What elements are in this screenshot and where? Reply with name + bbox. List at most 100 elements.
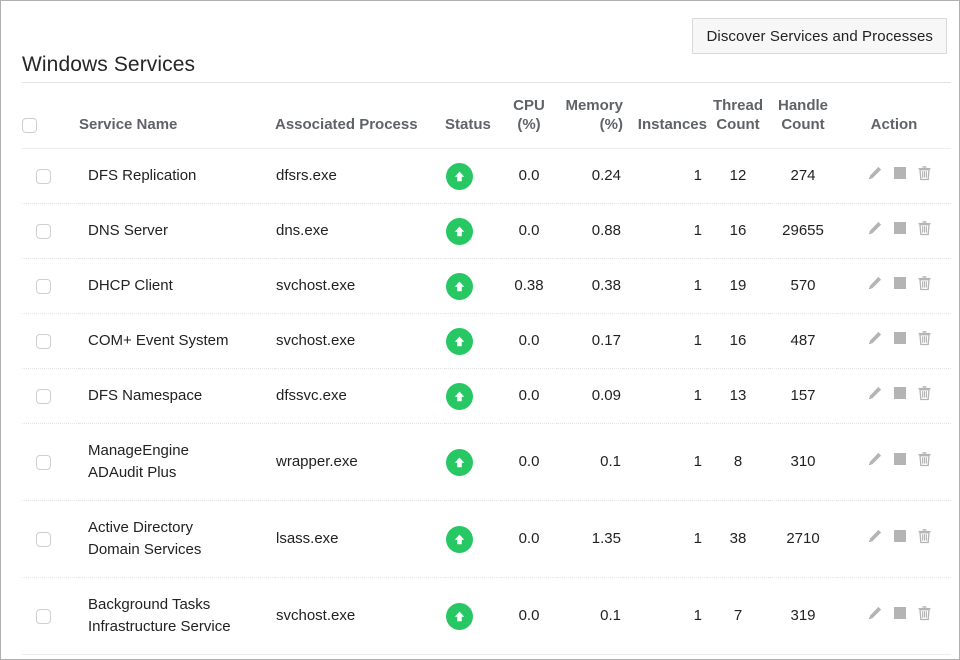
memory-percent-cell[interactable]: 0.09 — [557, 369, 623, 424]
column-header-handle-count[interactable]: Handle Count — [769, 96, 837, 149]
thread-count-cell[interactable]: 7 — [707, 578, 769, 655]
memory-percent-cell[interactable]: 0.24 — [557, 149, 623, 204]
instances-cell[interactable]: 1 — [623, 204, 707, 259]
stop-square-icon[interactable] — [891, 329, 908, 346]
edit-pencil-icon[interactable] — [866, 274, 883, 291]
handle-count-cell[interactable]: 487 — [769, 314, 837, 369]
instances-cell[interactable]: 1 — [623, 578, 707, 655]
action-cell — [837, 369, 951, 424]
handle-count-cell[interactable]: 319 — [769, 578, 837, 655]
thread-count-cell[interactable]: 19 — [707, 259, 769, 314]
edit-pencil-icon[interactable] — [866, 384, 883, 401]
stop-square-icon[interactable] — [891, 604, 908, 621]
action-cell — [837, 501, 951, 578]
row-checkbox[interactable] — [36, 279, 51, 294]
column-header-associated-process[interactable]: Associated Process — [275, 96, 445, 149]
cpu-percent-cell[interactable]: 0.0 — [501, 149, 557, 204]
cpu-percent-cell[interactable]: 0.0 — [501, 501, 557, 578]
row-checkbox[interactable] — [36, 609, 51, 624]
cpu-percent-cell[interactable]: 0.0 — [501, 314, 557, 369]
status-cell — [445, 424, 501, 501]
delete-trash-icon[interactable] — [916, 329, 933, 346]
row-checkbox[interactable] — [36, 532, 51, 547]
cpu-percent-cell[interactable]: 0.0 — [501, 424, 557, 501]
instances-cell[interactable]: 1 — [623, 314, 707, 369]
cpu-percent-cell[interactable]: 0.38 — [501, 259, 557, 314]
edit-pencil-icon[interactable] — [866, 450, 883, 467]
action-cell — [837, 149, 951, 204]
status-running-up-arrow-icon[interactable] — [446, 383, 473, 410]
table-row: DHCP Clientsvchost.exe0.380.38119570 — [22, 259, 951, 314]
memory-percent-cell[interactable]: 0.38 — [557, 259, 623, 314]
status-running-up-arrow-icon[interactable] — [446, 328, 473, 355]
memory-percent-cell[interactable]: 0.1 — [557, 578, 623, 655]
stop-square-icon[interactable] — [891, 450, 908, 467]
column-header-memory-line1: Memory — [557, 96, 623, 115]
cpu-percent-cell[interactable]: 0.0 — [501, 578, 557, 655]
column-header-memory[interactable]: Memory (%) — [557, 96, 623, 149]
edit-pencil-icon[interactable] — [866, 604, 883, 621]
edit-pencil-icon[interactable] — [866, 527, 883, 544]
thread-count-cell[interactable]: 16 — [707, 204, 769, 259]
discover-services-and-processes-button[interactable]: Discover Services and Processes — [692, 18, 947, 54]
thread-count-cell[interactable]: 8 — [707, 424, 769, 501]
service-name-cell: DNS Server — [79, 204, 275, 259]
stop-square-icon[interactable] — [891, 274, 908, 291]
handle-count-cell[interactable]: 274 — [769, 149, 837, 204]
column-header-handle-count-line1: Handle — [769, 96, 837, 115]
table-body: DFS Replicationdfsrs.exe0.00.24112274DNS… — [22, 149, 951, 655]
column-header-status[interactable]: Status — [445, 96, 501, 149]
row-checkbox[interactable] — [36, 389, 51, 404]
row-checkbox[interactable] — [36, 455, 51, 470]
thread-count-cell[interactable]: 16 — [707, 314, 769, 369]
column-header-cpu[interactable]: CPU (%) — [501, 96, 557, 149]
memory-percent-cell[interactable]: 0.17 — [557, 314, 623, 369]
handle-count-cell[interactable]: 570 — [769, 259, 837, 314]
instances-cell[interactable]: 1 — [623, 501, 707, 578]
column-header-thread-count[interactable]: Thread Count — [707, 96, 769, 149]
memory-percent-cell[interactable]: 1.35 — [557, 501, 623, 578]
delete-trash-icon[interactable] — [916, 527, 933, 544]
stop-square-icon[interactable] — [891, 164, 908, 181]
delete-trash-icon[interactable] — [916, 274, 933, 291]
status-running-up-arrow-icon[interactable] — [446, 163, 473, 190]
thread-count-cell[interactable]: 13 — [707, 369, 769, 424]
stop-square-icon[interactable] — [891, 384, 908, 401]
memory-percent-cell[interactable]: 0.1 — [557, 424, 623, 501]
select-all-checkbox[interactable] — [22, 118, 37, 133]
delete-trash-icon[interactable] — [916, 604, 933, 621]
status-running-up-arrow-icon[interactable] — [446, 218, 473, 245]
memory-percent-cell[interactable]: 0.88 — [557, 204, 623, 259]
cpu-percent-cell[interactable]: 0.0 — [501, 369, 557, 424]
delete-trash-icon[interactable] — [916, 384, 933, 401]
instances-cell[interactable]: 1 — [623, 424, 707, 501]
status-running-up-arrow-icon[interactable] — [446, 603, 473, 630]
handle-count-cell[interactable]: 2710 — [769, 501, 837, 578]
thread-count-cell[interactable]: 12 — [707, 149, 769, 204]
edit-pencil-icon[interactable] — [866, 219, 883, 236]
delete-trash-icon[interactable] — [916, 219, 933, 236]
handle-count-cell[interactable]: 310 — [769, 424, 837, 501]
status-running-up-arrow-icon[interactable] — [446, 273, 473, 300]
handle-count-cell[interactable]: 157 — [769, 369, 837, 424]
edit-pencil-icon[interactable] — [866, 164, 883, 181]
delete-trash-icon[interactable] — [916, 164, 933, 181]
status-running-up-arrow-icon[interactable] — [446, 526, 473, 553]
row-checkbox[interactable] — [36, 224, 51, 239]
stop-square-icon[interactable] — [891, 219, 908, 236]
column-header-instances[interactable]: Instances — [623, 96, 707, 149]
cpu-percent-cell[interactable]: 0.0 — [501, 204, 557, 259]
status-running-up-arrow-icon[interactable] — [446, 449, 473, 476]
instances-cell[interactable]: 1 — [623, 149, 707, 204]
action-cell — [837, 259, 951, 314]
instances-cell[interactable]: 1 — [623, 259, 707, 314]
row-checkbox[interactable] — [36, 169, 51, 184]
row-checkbox[interactable] — [36, 334, 51, 349]
column-header-service-name[interactable]: Service Name — [79, 96, 275, 149]
edit-pencil-icon[interactable] — [866, 329, 883, 346]
thread-count-cell[interactable]: 38 — [707, 501, 769, 578]
handle-count-cell[interactable]: 29655 — [769, 204, 837, 259]
delete-trash-icon[interactable] — [916, 450, 933, 467]
instances-cell[interactable]: 1 — [623, 369, 707, 424]
stop-square-icon[interactable] — [891, 527, 908, 544]
